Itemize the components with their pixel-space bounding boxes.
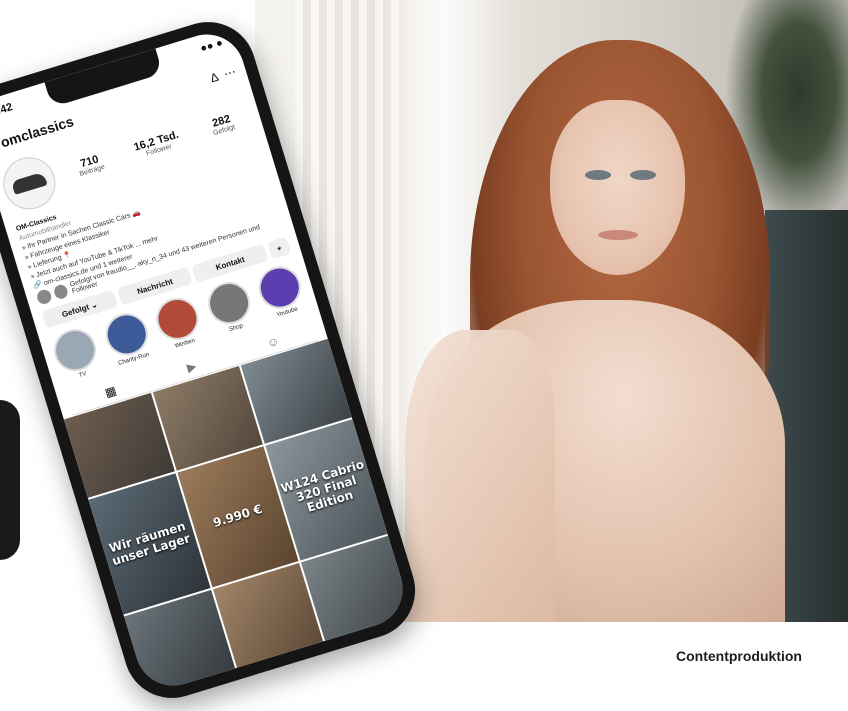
avatar[interactable]: [0, 150, 62, 216]
highlight-charity-run[interactable]: Charity-Run: [98, 308, 158, 375]
stat-following[interactable]: 282 Gefolgt: [209, 112, 236, 136]
caption: Contentproduktion: [676, 648, 802, 664]
highlight-shop[interactable]: Shop: [200, 276, 260, 343]
stat-followers[interactable]: 16,2 Tsd. Follower: [132, 128, 182, 160]
status-time: 14:42: [0, 101, 15, 121]
grid-tab-icon[interactable]: ▦: [103, 383, 118, 400]
left-eye: [585, 170, 611, 180]
partial-phone: [0, 400, 20, 560]
reels-tab-icon[interactable]: ▶: [185, 359, 198, 375]
status-icons: ●● ●: [198, 36, 225, 56]
lips: [598, 230, 638, 240]
right-eye: [630, 170, 656, 180]
highlight-werben[interactable]: Werben: [149, 292, 209, 359]
follower-avatar: [52, 283, 70, 301]
bell-icon[interactable]: Δ: [209, 70, 221, 86]
highlight-youtube[interactable]: Youtube: [252, 261, 312, 328]
post-overlay-text: W124 Cabrio 320 Final Edition: [279, 457, 366, 516]
highlight-cover: [48, 323, 102, 377]
car-icon: [11, 171, 48, 195]
tagged-tab-icon[interactable]: ☺: [265, 333, 281, 350]
highlight-cover: [253, 261, 306, 314]
highlight-label: Shop: [228, 323, 244, 334]
woman-face: [550, 100, 685, 275]
post-overlay-text: 9.990 €: [211, 502, 264, 531]
stat-posts[interactable]: 710 Beiträge: [75, 152, 106, 178]
highlight-label: TV: [78, 371, 88, 380]
follower-avatar: [35, 288, 53, 306]
highlight-cover: [202, 277, 255, 330]
more-icon[interactable]: ⋯: [222, 64, 238, 81]
highlight-tv[interactable]: TV: [47, 323, 107, 390]
post-overlay-text: Wir räumen unser Lager: [107, 518, 192, 569]
add-person-button[interactable]: +: [266, 236, 292, 260]
woman-arm: [405, 330, 555, 622]
highlight-cover: [151, 292, 204, 346]
